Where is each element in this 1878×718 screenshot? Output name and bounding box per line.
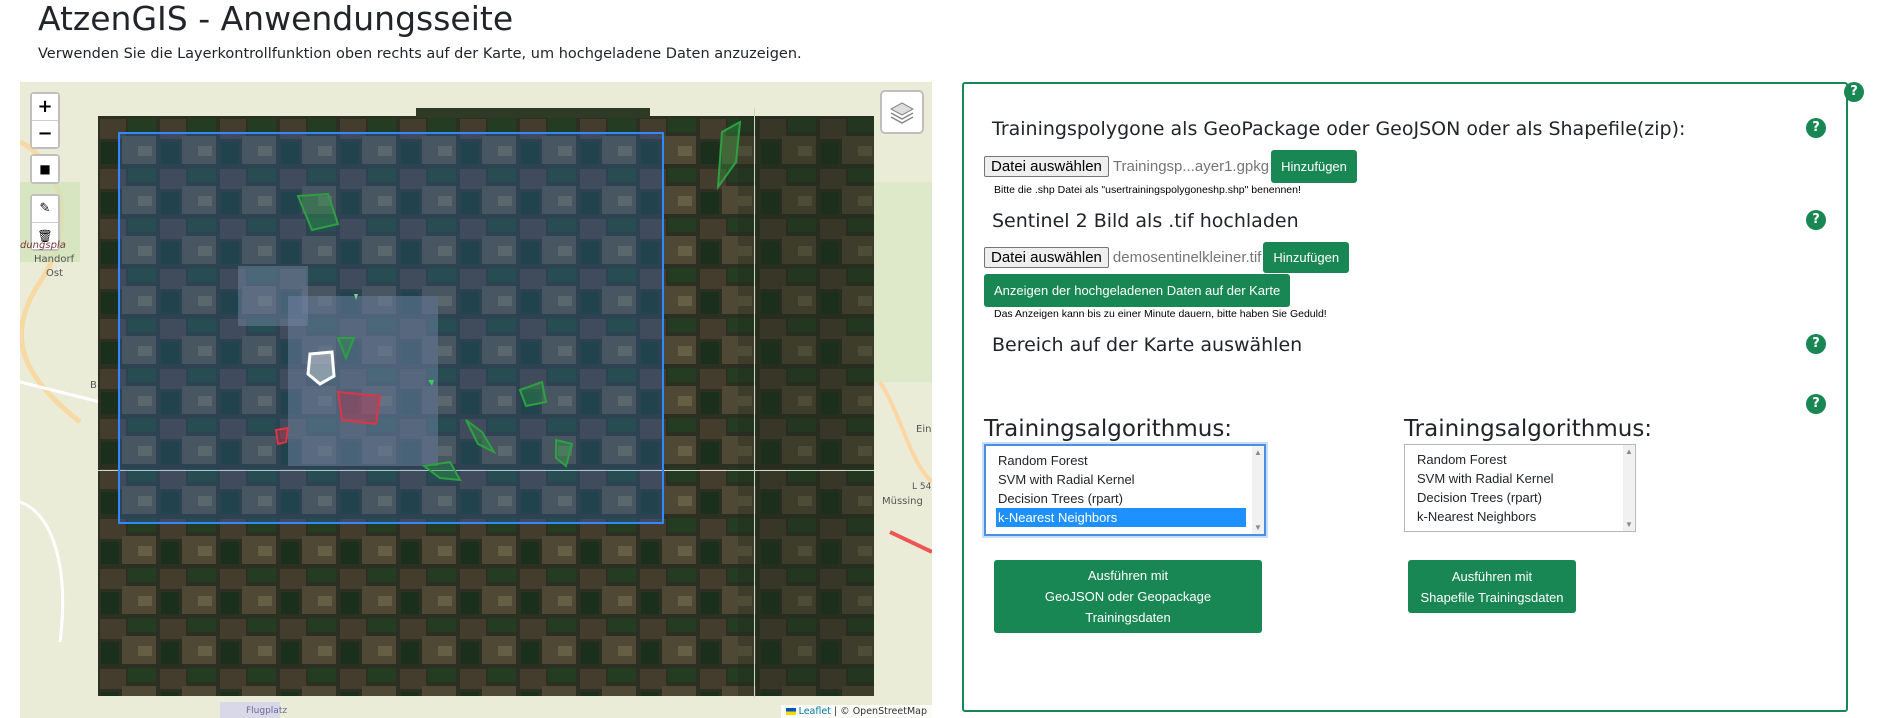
algorithm-option[interactable]: k-Nearest Neighbors — [1405, 507, 1621, 526]
sentinel-file-row: Datei auswählen demosentinelkleiner.tif … — [984, 242, 1350, 273]
listbox-scrollbar[interactable]: ▲ ▼ — [1252, 446, 1264, 534]
place-label: dungspla — [20, 240, 66, 251]
algorithm-option-selected[interactable]: k-Nearest Neighbors — [996, 508, 1246, 527]
run-geojson-label-3: Trainingsdaten — [1085, 610, 1171, 625]
add-sentinel-file-button[interactable]: Hinzufügen — [1263, 242, 1350, 273]
run-shapefile-label-1: Ausführen mit — [1451, 568, 1533, 584]
zoom-out-button[interactable]: − — [32, 121, 58, 147]
training-polygons-title: Trainingspolygone als GeoPackage oder Ge… — [992, 118, 1686, 140]
algorithm-label-shapefile: Trainingsalgorithmus: — [1404, 416, 1653, 442]
algorithm-option[interactable]: Random Forest — [1405, 450, 1621, 469]
place-label: Flugplatz — [246, 706, 288, 716]
training-file-row: Datei auswählen Trainingsp...ayer1.gpkg … — [984, 150, 1357, 183]
page-subtitle: Verwenden Sie die Layerkontrollfunktion … — [38, 46, 802, 62]
place-label: L 54 — [912, 482, 932, 492]
choose-sentinel-file-button[interactable]: Datei auswählen — [984, 247, 1109, 268]
algorithm-option[interactable]: SVM with Radial Kernel — [1405, 469, 1621, 488]
sentinel-upload-title: Sentinel 2 Bild als .tif hochladen — [992, 210, 1299, 232]
ukraine-flag-icon — [785, 708, 796, 715]
select-area-title: Bereich auf der Karte auswählen — [992, 334, 1303, 356]
algorithm-label-geojson: Trainingsalgorithmus: — [984, 416, 1233, 442]
run-geojson-label-2: GeoJSON oder Geopackage — [1044, 589, 1212, 604]
place-label: Ein — [916, 424, 932, 435]
show-uploaded-data-button[interactable]: Anzeigen der hochgeladenen Daten auf der… — [984, 274, 1291, 307]
algorithm-option[interactable]: SVM with Radial Kernel — [986, 470, 1246, 489]
algorithm-select-geojson[interactable]: Random Forest SVM with Radial Kernel Dec… — [984, 444, 1266, 536]
draw-toolbar: ■ — [30, 154, 60, 184]
zoom-control: + − — [30, 92, 60, 149]
algorithm-option[interactable]: Decision Trees (rpart) — [986, 489, 1246, 508]
place-label: Müssing — [882, 496, 923, 507]
layers-icon — [889, 102, 915, 124]
training-polygons — [274, 120, 742, 482]
help-icon[interactable]: ? — [1806, 118, 1826, 138]
sentinel-file-name: demosentinelkleiner.tif — [1112, 249, 1262, 266]
zoom-in-button[interactable]: + — [32, 94, 58, 121]
place-label: Ost — [46, 268, 64, 279]
place-label: B — [90, 380, 97, 391]
layers-control-button[interactable] — [880, 90, 924, 134]
shp-naming-note: Bitte die .shp Datei als "usertrainingsp… — [994, 184, 1301, 196]
choose-training-file-button[interactable]: Datei auswählen — [984, 156, 1109, 177]
listbox-scrollbar[interactable]: ▲ ▼ — [1623, 445, 1635, 531]
attribution-text: | © OpenStreetMap — [830, 706, 927, 717]
training-file-name: Trainingsp...ayer1.gpkg — [1112, 158, 1270, 175]
algorithm-option[interactable]: Decision Trees (rpart) — [1405, 488, 1621, 507]
run-geojson-button[interactable]: Ausführen mit GeoJSON oder Geopackage Tr… — [994, 560, 1262, 633]
page-title: AtzenGIS - Anwendungsseite — [38, 0, 514, 38]
map-attribution: Leaflet | © OpenStreetMap — [780, 705, 932, 718]
help-icon[interactable]: ? — [1806, 334, 1826, 354]
run-shapefile-label-2: Shapefile Trainingsdaten — [1420, 589, 1564, 605]
run-geojson-label-1: Ausführen mit — [1087, 568, 1169, 583]
add-training-file-button[interactable]: Hinzufügen — [1271, 150, 1357, 183]
algorithm-select-shapefile[interactable]: Random Forest SVM with Radial Kernel Dec… — [1404, 444, 1636, 532]
control-panel: Trainingspolygone als GeoPackage oder Ge… — [962, 82, 1848, 712]
help-icon[interactable]: ? — [1806, 210, 1826, 230]
place-label: Handorf — [34, 254, 75, 265]
algorithm-option[interactable]: Random Forest — [986, 451, 1246, 470]
run-shapefile-button[interactable]: Ausführen mit Shapefile Trainingsdaten — [1408, 560, 1576, 613]
draw-rectangle-icon[interactable]: ■ — [32, 156, 58, 182]
help-icon[interactable]: ? — [1806, 394, 1826, 414]
edit-layers-icon[interactable]: ✎ — [32, 196, 58, 223]
map[interactable]: + − ■ ✎ 🗑 dungspla Handorf Ost B Ein L 5… — [20, 82, 932, 718]
loading-time-note: Das Anzeigen kann bis zu einer Minute da… — [994, 308, 1327, 320]
leaflet-link[interactable]: Leaflet — [799, 706, 831, 717]
